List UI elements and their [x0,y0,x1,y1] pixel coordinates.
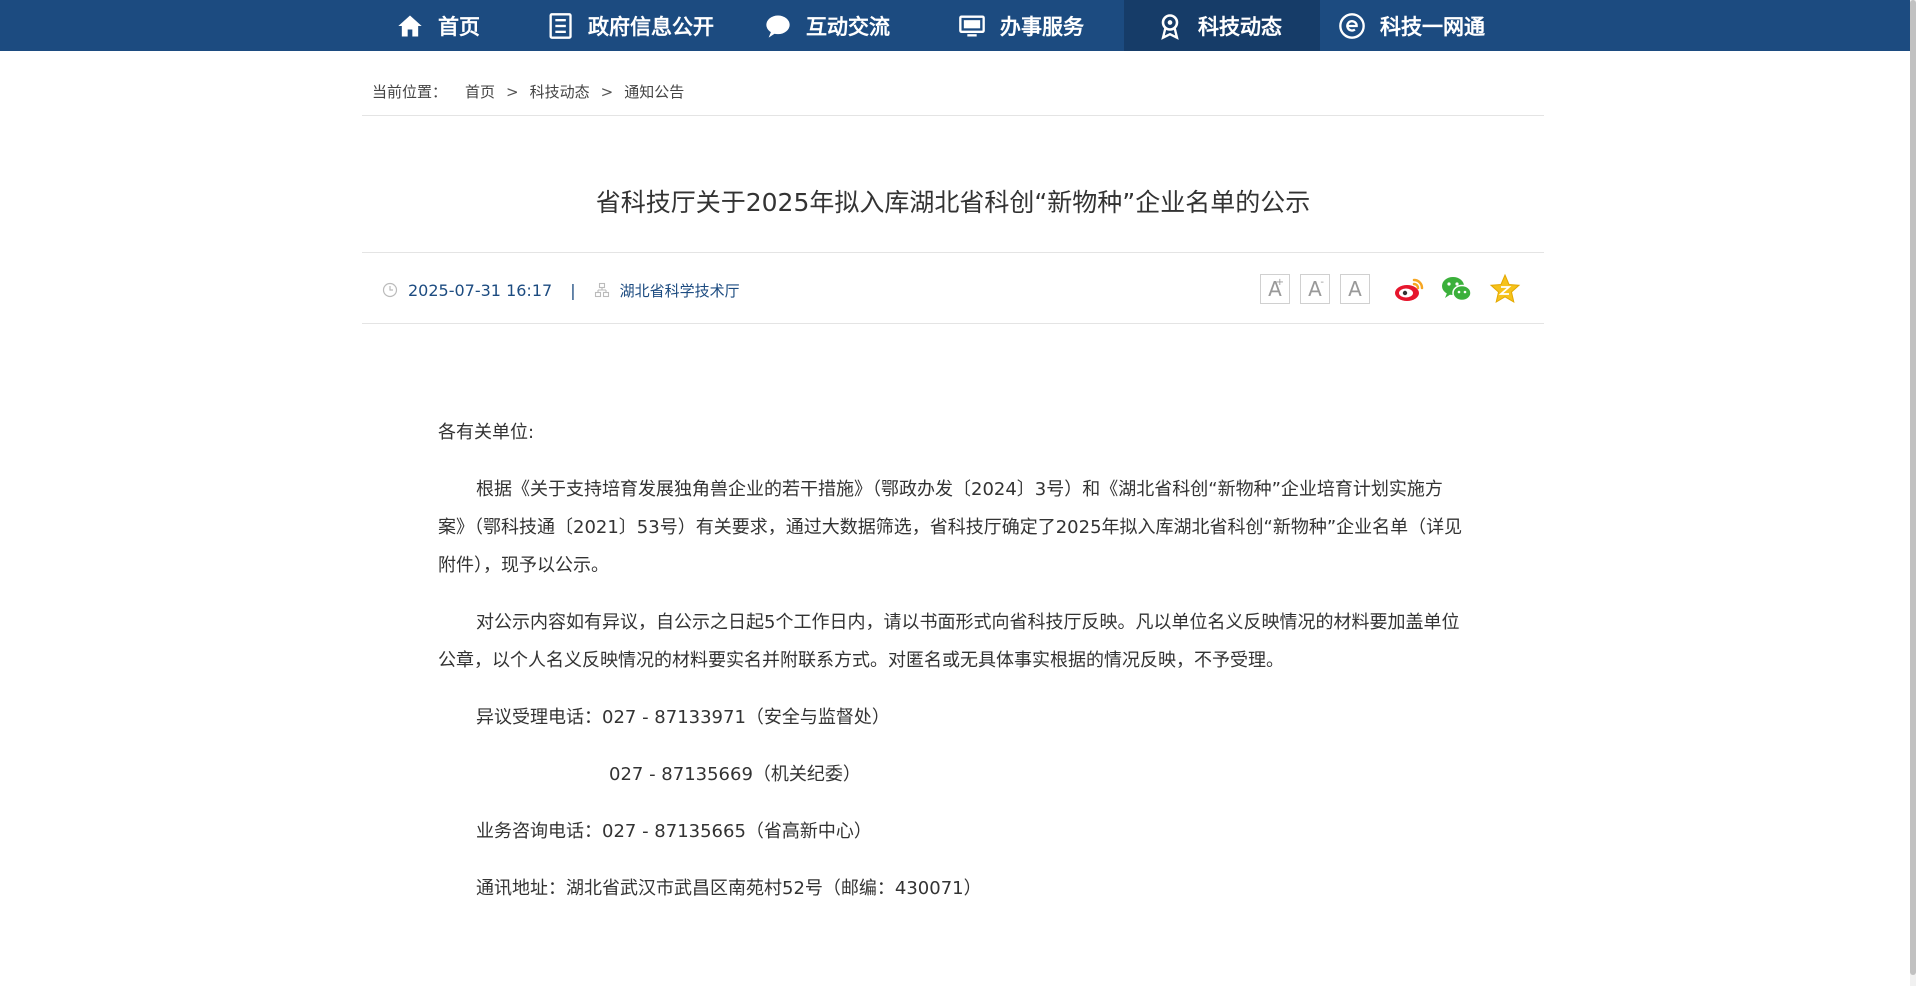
chat-bubble-icon [764,12,792,40]
nav-item-home[interactable]: 首页 [396,0,496,51]
weibo-icon[interactable] [1392,272,1426,306]
font-plus-mark: + [1275,277,1284,288]
divider [362,252,1544,253]
article-title: 省科技厅关于2025年拟入库湖北省科创“新物种”企业名单的公示 [595,188,1311,217]
clock-icon [382,282,398,298]
divider [362,115,1544,116]
e-circle-icon [1338,12,1366,40]
objection-phone: 异议受理电话：027 - 87133971（安全与监督处） [476,707,890,728]
breadcrumb: 当前位置： 首页 > 科技动态 > 通知公告 [372,81,684,102]
salutation: 各有关单位: [438,422,535,443]
breadcrumb-separator: > [600,82,614,101]
page-scrollbar[interactable] [1910,0,1916,986]
scrollbar-thumb[interactable] [1910,0,1916,975]
font-minus-mark: - [1320,277,1324,288]
nav-item-services[interactable]: 办事服务 [958,0,1108,51]
nav-label-home: 首页 [438,14,480,39]
article-meta: 2025-07-31 16:17 | 湖北省科学技术厅 [382,275,740,305]
wechat-icon[interactable] [1440,272,1474,306]
breadcrumb-notices-link[interactable]: 通知公告 [624,81,684,102]
paragraph: 对公示内容如有异议，自公示之日起5个工作日内，请以书面形式向省科技厅反映。凡以单… [438,612,1460,671]
favorite-star-icon[interactable] [1488,272,1522,306]
publish-date: 2025-07-31 16:17 [408,280,553,300]
nav-label-tech-news: 科技动态 [1198,14,1282,39]
article-tools: A + A- A [1250,272,1522,306]
discipline-phone: 027 - 87135669（机关纪委） [609,764,861,785]
font-larger-button[interactable]: A + [1260,274,1290,304]
breadcrumb-home-link[interactable]: 首页 [465,81,495,102]
nav-item-one-net[interactable]: 科技一网通 [1338,0,1508,51]
nav-item-interaction[interactable]: 互动交流 [764,0,914,51]
breadcrumb-separator: > [506,82,519,101]
nav-label-services: 办事服务 [1000,14,1084,39]
organization-icon [594,282,610,298]
divider [362,323,1544,324]
font-reset-button[interactable]: A [1340,274,1370,304]
paragraph: 根据《关于支持培育发展独角兽企业的若干措施》（鄂政办发〔2024〕3号）和《湖北… [438,479,1463,576]
document-list-icon [546,12,574,40]
monitor-icon [958,12,986,40]
article-body: 各有关单位: 根据《关于支持培育发展独角兽企业的若干措施》（鄂政办发〔2024〕… [438,414,1468,927]
meta-divider: | [570,280,576,300]
home-icon [396,12,424,40]
top-navigation-bar: 首页 政府信息公开 互动交流 办事服务 科技动态 科技一网通 [0,0,1910,51]
breadcrumb-label: 当前位置： [372,83,448,101]
mailing-address: 通讯地址：湖北省武汉市武昌区南苑村52号（邮编：430071） [476,878,982,899]
breadcrumb-tech-news-link[interactable]: 科技动态 [530,81,590,102]
award-ribbon-icon [1156,12,1184,40]
nav-item-tech-news[interactable]: 科技动态 [1124,0,1320,51]
consultation-phone: 业务咨询电话：027 - 87135665（省高新中心） [476,821,872,842]
nav-item-gov-info[interactable]: 政府信息公开 [546,0,736,51]
font-reset-label: A [1348,277,1362,301]
font-smaller-button[interactable]: A- [1300,274,1330,304]
nav-label-one-net: 科技一网通 [1380,14,1485,39]
nav-label-gov-info: 政府信息公开 [588,14,714,39]
nav-label-interaction: 互动交流 [806,14,890,39]
article-source: 湖北省科学技术厅 [619,281,740,300]
